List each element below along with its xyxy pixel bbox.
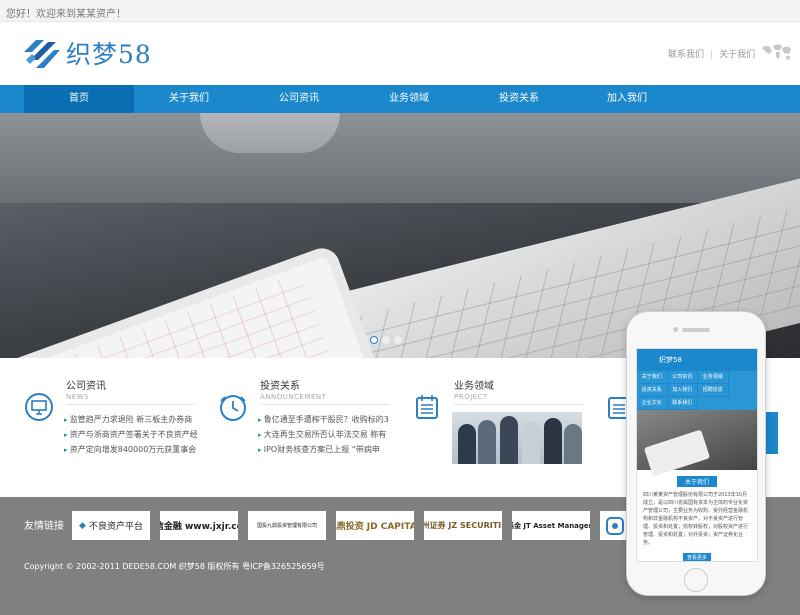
partner-link[interactable]: ◆ 不良资产平台 — [72, 511, 150, 540]
copyright-text: Copyright © 2002-2011 DEDE58.COM 织梦58 版权… — [24, 562, 325, 571]
about-link[interactable]: 关于我们 — [719, 50, 755, 60]
mobile-about-text: 四川某某资产管理股份有限公司于2013年10月成立，是以四川省属国有资本为主体的… — [643, 492, 749, 546]
mobile-banner — [637, 410, 757, 470]
investor-item[interactable]: 大连再生交易所否认非法交易 称有 — [258, 427, 408, 442]
mobile-nav-item[interactable]: 联系我们 — [667, 397, 698, 410]
mobile-nav-item[interactable]: 投资关系 — [637, 384, 668, 397]
partner-logo-icon: ◆ — [79, 520, 86, 531]
mobile-nav-item[interactable]: 业务领域 — [698, 371, 729, 384]
computer-icon — [25, 393, 53, 421]
partner-link[interactable]: 九信金融 www.jxjr.com — [160, 511, 238, 540]
home-button — [684, 568, 708, 592]
carousel-dot[interactable] — [370, 336, 378, 344]
mobile-nav-item[interactable]: 加入我们 — [667, 384, 698, 397]
nav-investor[interactable]: 投资关系 — [464, 85, 574, 113]
investor-title[interactable]: 投资关系 — [260, 377, 300, 392]
news-title[interactable]: 公司资讯 — [66, 377, 106, 392]
contact-link[interactable]: 联系我们 — [668, 50, 704, 60]
news-subtitle: NEWS — [66, 393, 196, 405]
mobile-logo: 织梦58 — [637, 349, 757, 371]
project-module: 业务领域 PROJECT — [412, 372, 592, 482]
welcome-text: 您好！欢迎来到某某资产！ — [6, 9, 126, 20]
mobile-nav-item[interactable]: 企业文化 — [637, 397, 668, 410]
mobile-more-button[interactable]: 查看更多 — [683, 553, 711, 561]
carousel-dot[interactable] — [394, 336, 402, 344]
nav-news[interactable]: 公司资讯 — [244, 85, 354, 113]
partner-logo-icon — [606, 516, 624, 535]
project-subtitle: PROJECT — [454, 393, 584, 405]
news-module: 公司资讯 NEWS 监管趋严力求退险 新三板主办券商 资产与浙商资产签署关于不良… — [24, 372, 204, 482]
project-title[interactable]: 业务领域 — [454, 377, 494, 392]
header-links: 联系我们 | 关于我们 — [668, 47, 755, 60]
business-team-image[interactable] — [452, 412, 582, 464]
mobile-nav-item[interactable]: 招聘信息 — [698, 384, 729, 397]
logo-text[interactable]: 织梦58 — [66, 35, 152, 71]
monitor-image — [200, 113, 340, 153]
partner-link[interactable]: 九鼎投资 JD CAPITAL — [336, 511, 414, 540]
top-bar: 您好！欢迎来到某某资产！ — [0, 0, 800, 22]
investor-list: 鲁亿通至手遭榨干股民？收购标的3 大连再生交易所否认非法交易 称有 IPO财务核… — [258, 412, 408, 457]
clock-icon — [220, 395, 246, 421]
news-list: 监管趋严力求退险 新三板主办券商 资产与浙商资产签署关于不良资产经 资产定向增发… — [64, 412, 214, 457]
mobile-section-title: 关于我们 — [677, 476, 717, 487]
header: 织梦58 联系我们 | 关于我们 — [0, 22, 800, 85]
nav-business[interactable]: 业务领域 — [354, 85, 464, 113]
mobile-nav-item[interactable]: 公司资讯 — [667, 371, 698, 384]
investor-module: 投资关系 ANNOUNCEMENT 鲁亿通至手遭榨干股民？收购标的3 大连再生交… — [218, 372, 398, 482]
news-item[interactable]: 监管趋严力求退险 新三板主办券商 — [64, 412, 214, 427]
investor-item[interactable]: IPO财务核查方案已上报 “带病申 — [258, 442, 408, 457]
mobile-nav: 关于我们 公司资讯 业务领域 投资关系 加入我们 招聘信息 企业文化 联系我们 — [637, 371, 757, 410]
mobile-screen: 织梦58 关于我们 公司资讯 业务领域 投资关系 加入我们 招聘信息 企业文化 … — [636, 348, 758, 562]
partner-link[interactable]: 九泰基金 JT Asset Management — [512, 511, 590, 540]
news-item[interactable]: 资产与浙商资产签署关于不良资产经 — [64, 427, 214, 442]
nav-home[interactable]: 首页 — [24, 85, 134, 113]
mobile-nav-item[interactable]: 关于我们 — [637, 371, 668, 384]
investor-subtitle: ANNOUNCEMENT — [260, 393, 390, 405]
calendar-icon — [416, 395, 438, 419]
partner-link[interactable]: 国投九鼎投资管理有限公司 — [248, 511, 326, 540]
nav-join[interactable]: 加入我们 — [574, 85, 680, 113]
carousel-dot[interactable] — [382, 336, 390, 344]
carousel-dots — [370, 333, 406, 347]
investor-item[interactable]: 鲁亿通至手遭榨干股民？收购标的3 — [258, 412, 408, 427]
partner-link[interactable]: 九州证券 JZ SECURITIES — [424, 511, 502, 540]
mobile-preview: 织梦58 关于我们 公司资讯 业务领域 投资关系 加入我们 招聘信息 企业文化 … — [626, 311, 766, 596]
link-separator: | — [710, 50, 714, 60]
main-nav: 首页 关于我们 公司资讯 业务领域 投资关系 加入我们 — [0, 85, 800, 113]
logo-icon[interactable] — [22, 34, 62, 72]
world-map-icon — [762, 44, 791, 60]
news-item[interactable]: 资产定向增发840000万元获董事会 — [64, 442, 214, 457]
nav-about[interactable]: 关于我们 — [134, 85, 244, 113]
links-label: 友情链接 — [24, 521, 64, 532]
